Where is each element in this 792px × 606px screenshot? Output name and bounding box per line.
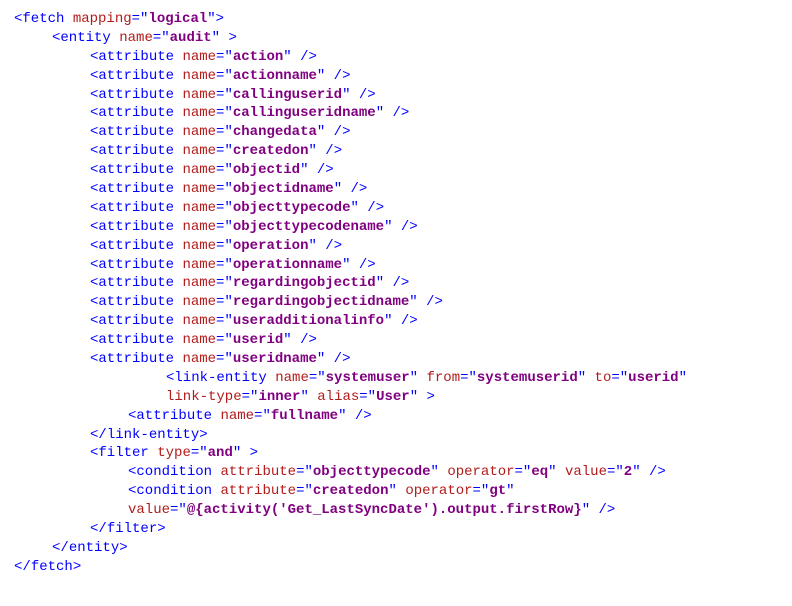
line: <entity name="audit" > [14,29,778,48]
line: <attribute name="operation" /> [14,237,778,256]
line: <fetch mapping="logical"> [14,10,778,29]
line: link-type="inner" alias="User" > [14,388,778,407]
code-block: <fetch mapping="logical"> <entity name="… [14,10,778,577]
line: <attribute name="changedata" /> [14,123,778,142]
line: <attribute name="fullname" /> [14,407,778,426]
line: <attribute name="callinguseridname" /> [14,104,778,123]
line: </entity> [14,539,778,558]
line: <attribute name="createdon" /> [14,142,778,161]
line: <attribute name="userid" /> [14,331,778,350]
line: <attribute name="operationname" /> [14,256,778,275]
line: <attribute name="objecttypecode" /> [14,199,778,218]
line: value="@{activity('Get_LastSyncDate').ou… [14,501,778,520]
line: <attribute name="actionname" /> [14,67,778,86]
line: <attribute name="regardingobjectid" /> [14,274,778,293]
line: </link-entity> [14,426,778,445]
line: <condition attribute="createdon" operato… [14,482,778,501]
line: <attribute name="callinguserid" /> [14,86,778,105]
line: <attribute name="objecttypecodename" /> [14,218,778,237]
line: </filter> [14,520,778,539]
line: </fetch> [14,558,778,577]
line: <attribute name="action" /> [14,48,778,67]
line: <attribute name="useradditionalinfo" /> [14,312,778,331]
line: <attribute name="useridname" /> [14,350,778,369]
line: <condition attribute="objecttypecode" op… [14,463,778,482]
line: <attribute name="regardingobjectidname" … [14,293,778,312]
line: <link-entity name="systemuser" from="sys… [14,369,778,388]
line: <attribute name="objectidname" /> [14,180,778,199]
line: <attribute name="objectid" /> [14,161,778,180]
line: <filter type="and" > [14,444,778,463]
